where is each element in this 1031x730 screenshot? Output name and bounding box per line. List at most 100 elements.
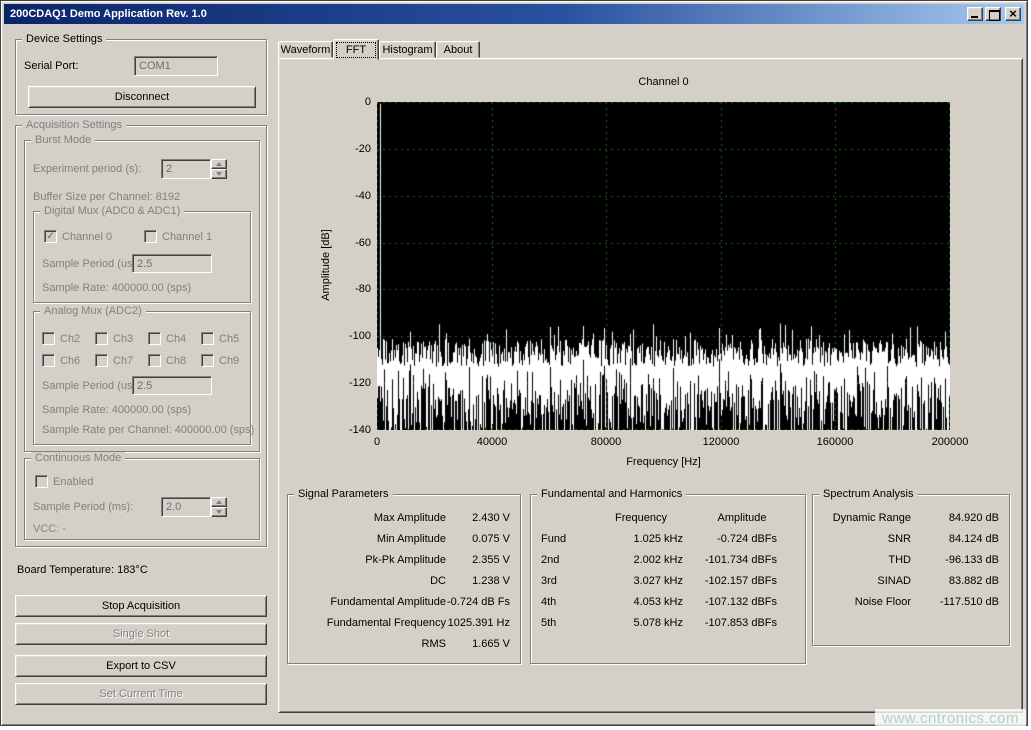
channel1-label: Channel 1 — [162, 231, 212, 243]
y-tick-label: -120 — [327, 377, 371, 389]
param-label: Fundamental Frequency — [298, 617, 446, 629]
title-bar[interactable]: 200CDAQ1 Demo Application Rev. 1.0 — [4, 4, 1024, 24]
param-value: 83.882 dB — [911, 575, 999, 587]
ch4-label: Ch4 — [166, 333, 186, 345]
harmonic-amplitude: -102.157 dBFs — [697, 575, 795, 587]
param-label: SINAD — [823, 575, 911, 587]
tab-fft[interactable]: FFT — [333, 39, 379, 60]
analog-mux-group: Analog Mux (ADC2) Ch2 Ch3 Ch4 Ch5 Ch6 Ch… — [33, 311, 251, 445]
param-value: -117.510 dB — [911, 596, 999, 608]
serial-port-input[interactable] — [134, 56, 218, 76]
x-tick-label: 120000 — [703, 436, 740, 448]
device-settings-title: Device Settings — [22, 33, 106, 45]
table-header-row: Frequency Amplitude — [531, 507, 805, 528]
ch9-label: Ch9 — [219, 355, 239, 367]
param-value: 1.238 V — [446, 575, 510, 587]
param-label: RMS — [298, 638, 446, 650]
harmonic-amplitude: -107.853 dBFs — [697, 617, 795, 629]
param-value: 2.355 V — [446, 554, 510, 566]
maximize-button[interactable] — [985, 7, 1001, 21]
channel0-checkbox-box: ✓ — [44, 230, 57, 243]
ch5-checkbox[interactable]: Ch5 — [201, 332, 239, 345]
export-csv-button[interactable]: Export to CSV — [15, 655, 267, 677]
x-tick-label: 160000 — [817, 436, 854, 448]
ch3-checkbox-box — [95, 332, 108, 345]
x-axis-label: Frequency [Hz] — [377, 456, 950, 468]
channel1-checkbox[interactable]: Channel 1 — [144, 230, 212, 243]
close-button[interactable] — [1005, 7, 1021, 21]
continuous-mode-title: Continuous Mode — [31, 452, 125, 464]
app-window: 200CDAQ1 Demo Application Rev. 1.0 Devic… — [0, 0, 1028, 726]
tab-waveform[interactable]: Waveform — [278, 41, 333, 58]
harmonic-name: 5th — [541, 617, 591, 629]
fft-plot-canvas — [377, 102, 950, 430]
tab-about[interactable]: About — [436, 41, 480, 58]
ch2-label: Ch2 — [60, 333, 80, 345]
harmonic-name: Fund — [541, 533, 591, 545]
ch4-checkbox[interactable]: Ch4 — [148, 332, 186, 345]
experiment-period-label: Experiment period (s): — [33, 163, 141, 175]
y-tick-label: -140 — [327, 424, 371, 436]
spin-down-icon[interactable] — [211, 169, 227, 179]
ch3-checkbox[interactable]: Ch3 — [95, 332, 133, 345]
spin-down-icon[interactable] — [211, 507, 227, 517]
stop-acquisition-button[interactable]: Stop Acquisition — [15, 595, 267, 617]
y-tick-label: -80 — [327, 283, 371, 295]
table-row: 4th4.053 kHz-107.132 dBFs — [531, 591, 805, 612]
ch2-checkbox[interactable]: Ch2 — [42, 332, 80, 345]
param-value: 0.075 V — [446, 533, 510, 545]
table-row: Dynamic Range84.920 dB — [813, 507, 1009, 528]
board-temperature-label: Board Temperature: 183°C — [17, 564, 148, 576]
param-value: 84.124 dB — [911, 533, 999, 545]
harmonic-frequency: 4.053 kHz — [591, 596, 697, 608]
ch9-checkbox[interactable]: Ch9 — [201, 354, 239, 367]
param-label: Noise Floor — [823, 596, 911, 608]
analog-sample-rate-label: Sample Rate: 400000.00 (sps) — [42, 404, 191, 416]
table-row: Noise Floor-117.510 dB — [813, 591, 1009, 612]
channel0-checkbox[interactable]: ✓ Channel 0 — [44, 230, 112, 243]
signal-parameters-group: Signal Parameters Max Amplitude2.430 V M… — [287, 494, 521, 664]
spin-up-icon[interactable] — [211, 497, 227, 507]
analog-sample-rate-per-channel-label: Sample Rate per Channel: 400000.00 (sps) — [42, 424, 254, 436]
enabled-checkbox[interactable]: Enabled — [35, 475, 93, 488]
header-amplitude: Amplitude — [697, 512, 795, 524]
harmonic-amplitude: -0.724 dBFs — [697, 533, 795, 545]
digital-sample-rate-label: Sample Rate: 400000.00 (sps) — [42, 282, 191, 294]
y-tick-label: -100 — [327, 330, 371, 342]
tab-histogram[interactable]: Histogram — [379, 41, 436, 58]
ch7-checkbox[interactable]: Ch7 — [95, 354, 133, 367]
ch6-checkbox-box — [42, 354, 55, 367]
spin-up-icon[interactable] — [211, 159, 227, 169]
harmonic-name: 3rd — [541, 575, 591, 587]
minimize-button[interactable] — [967, 7, 983, 21]
harmonic-name: 2nd — [541, 554, 591, 566]
table-row: Fundamental Amplitude-0.724 dB Fs — [288, 591, 520, 612]
ch7-label: Ch7 — [113, 355, 133, 367]
single-shot-button[interactable]: Single Shot — [15, 623, 267, 645]
ch6-checkbox[interactable]: Ch6 — [42, 354, 80, 367]
experiment-period-input[interactable] — [161, 159, 211, 179]
ch5-label: Ch5 — [219, 333, 239, 345]
set-current-time-button[interactable]: Set Current Time — [15, 683, 267, 705]
analog-sample-period-input[interactable] — [132, 376, 212, 395]
experiment-period-stepper — [161, 159, 227, 179]
window-controls — [967, 7, 1024, 21]
param-label: THD — [823, 554, 911, 566]
enabled-checkbox-box — [35, 475, 48, 488]
ch8-checkbox[interactable]: Ch8 — [148, 354, 186, 367]
continuous-sample-period-input[interactable] — [161, 497, 211, 517]
analog-mux-title: Analog Mux (ADC2) — [40, 305, 146, 317]
table-row: Max Amplitude2.430 V — [288, 507, 520, 528]
harmonic-frequency: 3.027 kHz — [591, 575, 697, 587]
x-tick-label: 200000 — [932, 436, 969, 448]
table-row: DC1.238 V — [288, 570, 520, 591]
table-row: SNR84.124 dB — [813, 528, 1009, 549]
param-value: 2.430 V — [446, 512, 510, 524]
analog-sample-period-label: Sample Period (us): — [42, 380, 139, 392]
digital-sample-period-input[interactable] — [132, 254, 212, 273]
x-tick-label: 0 — [374, 436, 380, 448]
channel1-checkbox-box — [144, 230, 157, 243]
disconnect-button[interactable]: Disconnect — [28, 86, 256, 108]
ch8-checkbox-box — [148, 354, 161, 367]
table-row: Min Amplitude0.075 V — [288, 528, 520, 549]
